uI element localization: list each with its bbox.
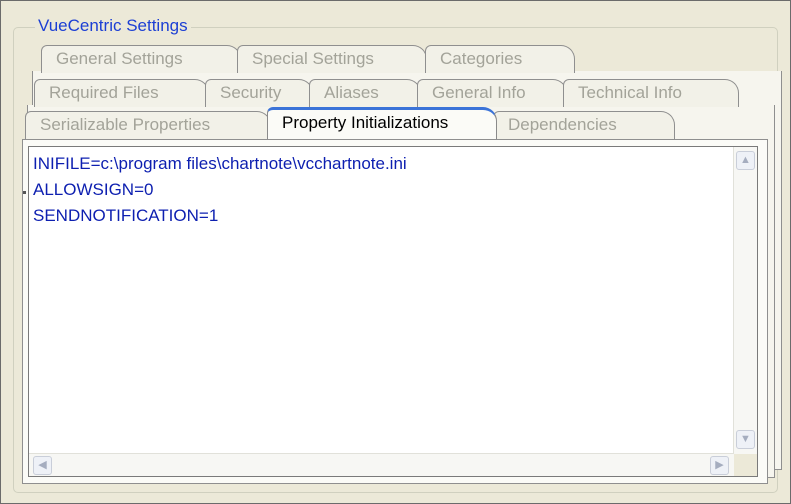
tab-label: Serializable Properties — [40, 115, 211, 134]
tab-required-files[interactable]: Required Files — [34, 79, 209, 107]
scrollbar-corner — [734, 454, 757, 476]
chevron-down-icon[interactable]: ▼ — [736, 430, 755, 449]
group-title: VueCentric Settings — [35, 15, 191, 37]
settings-window: VueCentric Settings General Settings Spe… — [0, 0, 791, 504]
tab-technical-info[interactable]: Technical Info — [563, 79, 739, 107]
tab-security[interactable]: Security — [205, 79, 313, 107]
vertical-scrollbar[interactable]: ▲ ▼ — [733, 147, 757, 455]
tab-categories[interactable]: Categories — [425, 45, 575, 73]
horizontal-scrollbar[interactable]: ◀ ▶ — [29, 453, 734, 476]
tab-special-settings[interactable]: Special Settings — [237, 45, 427, 73]
tab-serializable-properties[interactable]: Serializable Properties — [25, 111, 271, 139]
tab-label: General Info — [432, 83, 526, 102]
tab-label: Special Settings — [252, 49, 374, 68]
tab-property-initializations[interactable]: Property Initializations — [267, 107, 497, 139]
tab-label: Security — [220, 83, 282, 102]
tab-label: Property Initializations — [282, 113, 449, 132]
tab-general-info[interactable]: General Info — [417, 79, 567, 107]
tab-label: Technical Info — [578, 83, 682, 102]
property-initializations-textarea[interactable]: INIFILE=c:\program files\chartnote\vccha… — [28, 146, 758, 477]
tab-dependencies[interactable]: Dependencies — [493, 111, 675, 139]
chevron-up-icon[interactable]: ▲ — [736, 151, 755, 170]
chevron-left-icon[interactable]: ◀ — [33, 456, 52, 475]
tab-label: Required Files — [49, 83, 159, 102]
tab-label: Dependencies — [508, 115, 617, 134]
tab-label: Aliases — [324, 83, 379, 102]
tab-label: General Settings — [56, 49, 183, 68]
tab-general-settings[interactable]: General Settings — [41, 45, 241, 73]
left-edge-marker — [23, 191, 26, 194]
editor-text[interactable]: INIFILE=c:\program files\chartnote\vccha… — [33, 151, 407, 229]
tab-aliases[interactable]: Aliases — [309, 79, 421, 107]
tab-label: Categories — [440, 49, 523, 68]
chevron-right-icon[interactable]: ▶ — [710, 456, 729, 475]
